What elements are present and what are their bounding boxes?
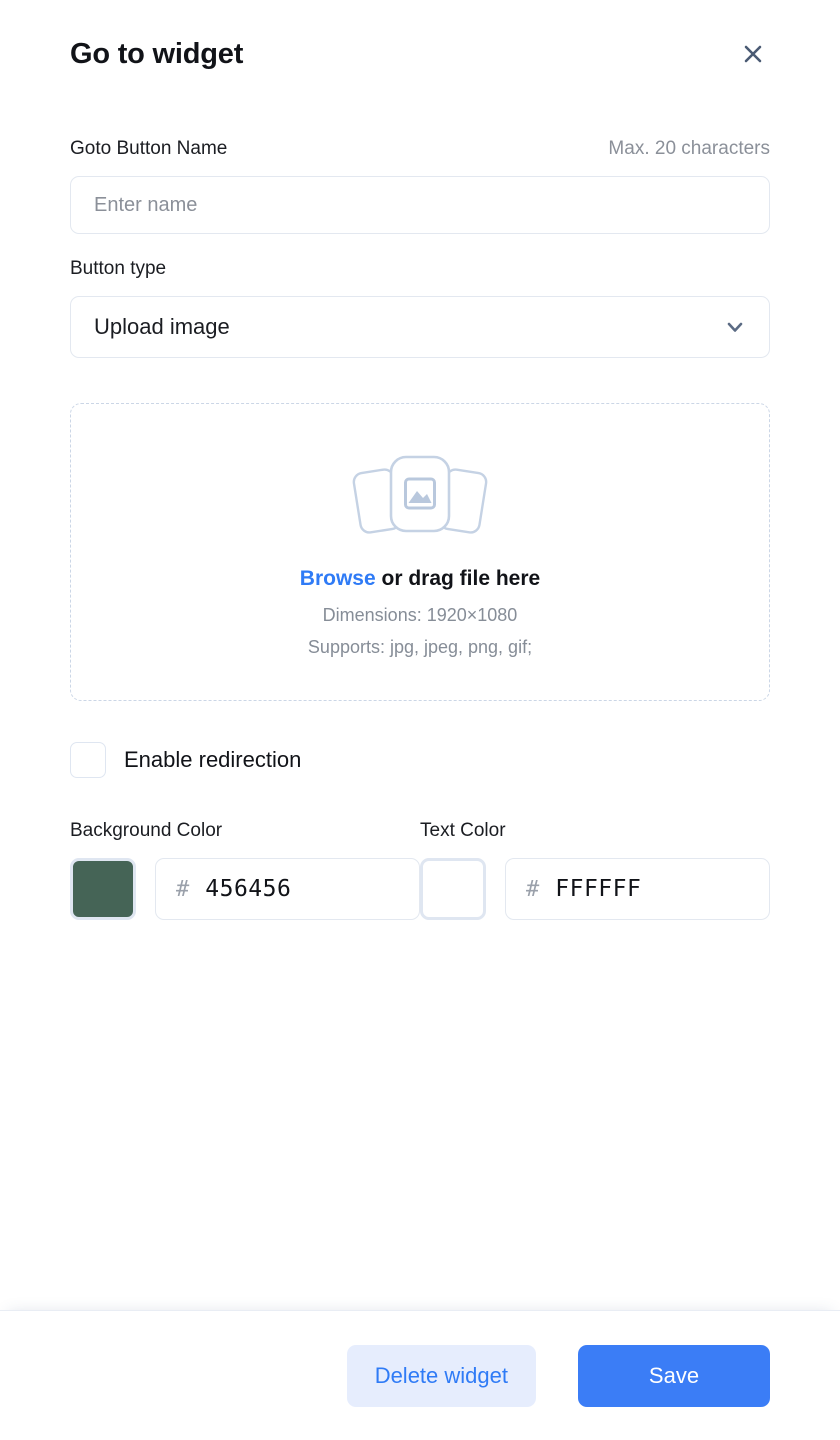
text-color-group: Text Color # FFFFFF: [420, 818, 770, 920]
text-color-swatch[interactable]: [420, 858, 486, 920]
enable-redirection-label: Enable redirection: [124, 747, 302, 772]
dialog-header: Go to widget: [0, 0, 840, 76]
enable-redirection-row[interactable]: Enable redirection: [70, 742, 301, 778]
text-color-hex-value: FFFFFF: [555, 876, 642, 902]
delete-widget-button[interactable]: Delete widget: [346, 1344, 536, 1407]
page-title: Go to widget: [70, 38, 244, 70]
goto-button-name-input[interactable]: [70, 176, 770, 234]
background-color-hex-input[interactable]: # 456456: [155, 858, 420, 920]
background-color-swatch[interactable]: [70, 858, 136, 920]
close-button[interactable]: [736, 38, 770, 72]
name-field-label: Goto Button Name: [70, 138, 228, 159]
text-color-label: Text Color: [420, 820, 506, 841]
save-button[interactable]: Save: [578, 1344, 770, 1407]
text-color-controls: # FFFFFF: [420, 858, 770, 920]
hash-icon: #: [526, 876, 540, 902]
background-color-group: Background Color # 456456: [70, 818, 420, 920]
dropzone-supports: Supports: jpg, jpeg, png, gif;: [307, 636, 533, 657]
dialog-footer: Delete widget Save: [0, 1310, 840, 1440]
button-type-select-wrap: Upload image: [70, 296, 770, 358]
go-to-widget-dialog: Go to widget Goto Button Name Max. 20 ch…: [0, 0, 840, 1440]
dropzone-dimensions: Dimensions: 1920×1080: [322, 604, 518, 625]
max-characters-hint: Max. 20 characters: [608, 138, 770, 159]
browse-link[interactable]: Browse: [300, 567, 376, 590]
dropzone-main-text: Browse or drag file here: [300, 564, 540, 594]
dialog-body: Goto Button Name Max. 20 characters Butt…: [0, 76, 840, 1310]
enable-redirection-checkbox[interactable]: [70, 742, 106, 778]
hash-icon: #: [176, 876, 190, 902]
drag-file-text: or drag file here: [375, 566, 541, 590]
button-type-label: Button type: [70, 258, 167, 279]
text-color-hex-input[interactable]: # FFFFFF: [505, 858, 770, 920]
background-color-controls: # 456456: [70, 858, 420, 920]
button-type-select[interactable]: Upload image: [70, 296, 770, 358]
background-color-label: Background Color: [70, 820, 223, 841]
background-color-hex-value: 456456: [205, 876, 292, 902]
image-upload-icon: [347, 443, 493, 548]
name-field-label-row: Goto Button Name Max. 20 characters: [70, 136, 770, 162]
color-section: Background Color # 456456 Text Color # F…: [70, 818, 770, 920]
file-dropzone[interactable]: Browse or drag file here Dimensions: 192…: [70, 403, 770, 701]
button-type-selected-value: Upload image: [94, 314, 230, 339]
close-icon: [742, 43, 764, 68]
